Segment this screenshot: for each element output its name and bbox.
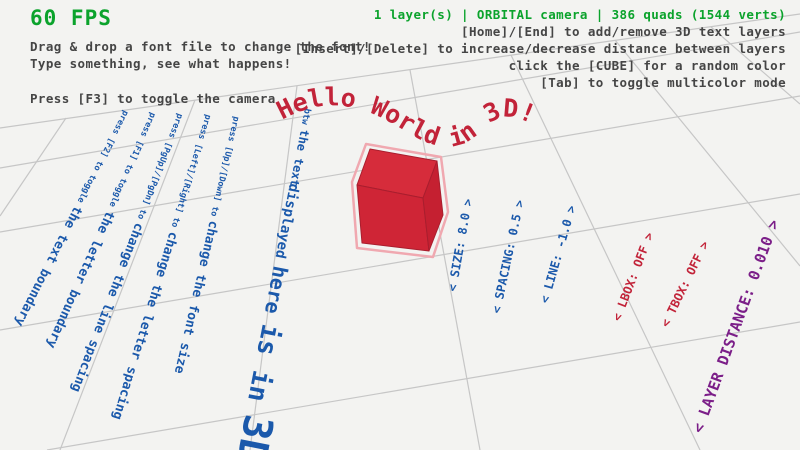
cube[interactable] <box>357 149 443 251</box>
hint-multicolor: [Tab] to toggle multicolor mode <box>295 74 786 91</box>
ground-instruction: press [Up]/[Down] to <box>208 115 241 217</box>
hud-right: 1 layer(s) | ORBITAL camera | 386 quads … <box>295 6 786 91</box>
grid-line <box>47 322 800 450</box>
hint-camera-toggle: Press [F3] to toggle the camera <box>30 90 371 107</box>
hint-cube-color: click the [CUBE] for a random color <box>295 57 786 74</box>
flat-text-segment: 3D <box>227 411 281 450</box>
flat-text-segment: is in <box>241 322 285 405</box>
app-window: btwthe textdisplayedhereis in3Dpress [F2… <box>0 0 800 450</box>
grid-line <box>0 118 66 216</box>
grid-line <box>511 55 700 450</box>
readout--line-: < LINE: -1.0 > <box>537 204 578 305</box>
hint-layer-distance: [Insert]/[Delete] to increase/decrease d… <box>295 40 786 57</box>
status-bar: 1 layer(s) | ORBITAL camera | 386 quads … <box>295 6 786 23</box>
readout--size-: < SIZE: 8.0 > <box>445 198 475 293</box>
readout--tbox-off-: < TBOX: OFF > <box>658 239 712 330</box>
hint-layers: [Home]/[End] to add/remove 3D text layer… <box>295 23 786 40</box>
flat-text-segment: displayed <box>272 182 302 260</box>
flat-text-segment: here <box>260 264 293 316</box>
readout--spacing-: < SPACING: 0.5 > <box>489 199 527 315</box>
